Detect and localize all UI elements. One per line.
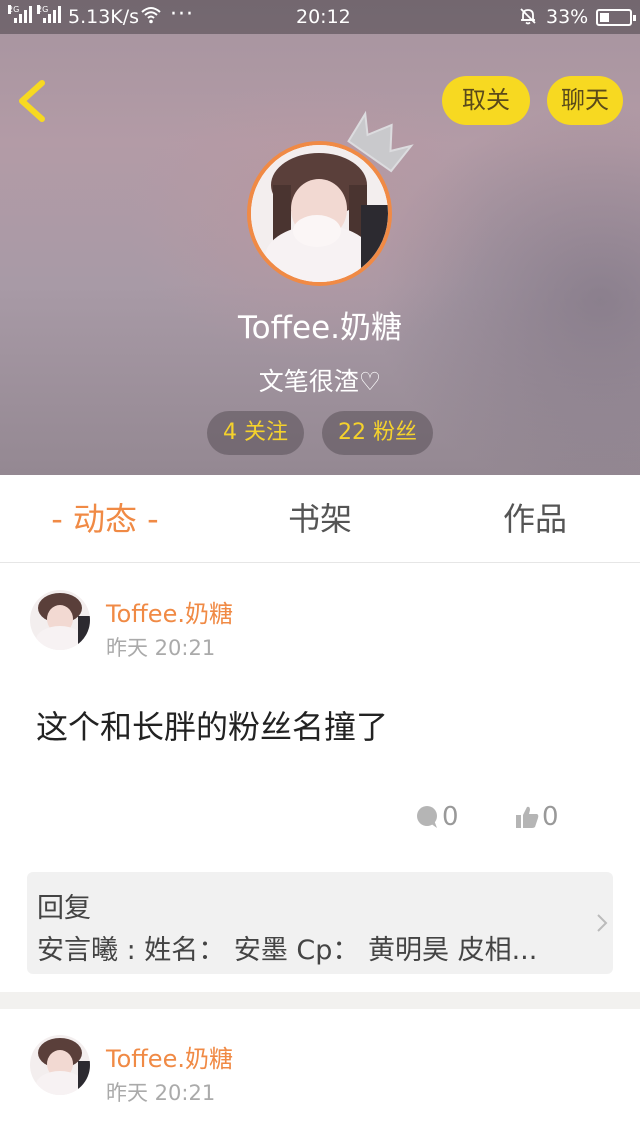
comment-count: 0 bbox=[442, 802, 459, 832]
profile-bio: 文笔很渣♡ bbox=[258, 367, 382, 396]
comment-icon bbox=[417, 806, 437, 828]
profile-header: 2G 2G 5.13K/s ··· 20:12 33% 取关 聊天 Toffee… bbox=[0, 0, 640, 475]
post-content: 这个和长胖的粉丝名撞了 bbox=[36, 708, 389, 746]
reply-title: 回复 bbox=[37, 893, 91, 924]
chevron-right-icon bbox=[597, 914, 608, 932]
following-count[interactable]: 4 关注 bbox=[207, 411, 304, 455]
back-arrow-icon[interactable] bbox=[14, 78, 50, 124]
fans-count[interactable]: 22 粉丝 bbox=[322, 411, 433, 455]
post-author-name[interactable]: Toffee.奶糖 bbox=[106, 1039, 233, 1074]
signal-2-icon: 2G bbox=[37, 5, 61, 23]
post-author-avatar[interactable] bbox=[30, 1035, 90, 1095]
comment-button[interactable]: 0 bbox=[414, 800, 459, 834]
status-bar: 2G 2G 5.13K/s ··· 20:12 33% bbox=[0, 0, 640, 34]
crown-icon bbox=[347, 110, 414, 173]
battery-percent: 33% bbox=[546, 6, 589, 28]
network-speed: 5.13K/s bbox=[68, 6, 140, 28]
silent-bell-icon bbox=[520, 8, 536, 25]
chat-button[interactable]: 聊天 bbox=[547, 76, 623, 125]
post-separator bbox=[0, 992, 640, 1009]
network-type-1: 2G bbox=[8, 5, 20, 14]
post-author-name[interactable]: Toffee.奶糖 bbox=[106, 594, 233, 629]
reply-preview[interactable]: 回复 安言曦 : 姓名： 安墨 Cp： 黄明昊 皮相... bbox=[27, 872, 613, 974]
signal-1-icon: 2G bbox=[8, 5, 32, 23]
signal-indicators: 2G 2G bbox=[8, 5, 61, 23]
clock: 20:12 bbox=[296, 6, 351, 28]
tab-works[interactable]: 作品 bbox=[460, 475, 610, 563]
network-type-2: 2G bbox=[37, 5, 49, 14]
battery-fill bbox=[600, 13, 609, 22]
profile-avatar[interactable] bbox=[247, 110, 414, 286]
reply-text: 安言曦 : 姓名： 安墨 Cp： 黄明昊 皮相... bbox=[37, 935, 538, 966]
thumbs-up-icon bbox=[516, 806, 539, 828]
post-card[interactable]: Toffee.奶糖 昨天 20:21 这个和长胖的粉丝名撞了 0 0 回复 安言… bbox=[0, 564, 640, 992]
post-card[interactable]: Toffee.奶糖 昨天 20:21 bbox=[0, 1009, 640, 1138]
tab-bookshelf[interactable]: 书架 bbox=[245, 475, 395, 563]
like-count: 0 bbox=[542, 802, 559, 832]
post-timestamp: 昨天 20:21 bbox=[106, 636, 216, 660]
profile-username: Toffee.奶糖 bbox=[238, 310, 402, 346]
wifi-icon bbox=[141, 7, 161, 24]
unfollow-button[interactable]: 取关 bbox=[442, 76, 530, 125]
battery-icon bbox=[596, 9, 636, 26]
like-button[interactable]: 0 bbox=[514, 800, 559, 834]
post-author-avatar[interactable] bbox=[30, 590, 90, 650]
profile-tabs: - 动态 - 书架 作品 bbox=[0, 475, 640, 563]
post-timestamp: 昨天 20:21 bbox=[106, 1081, 216, 1105]
tab-dynamic[interactable]: - 动态 - bbox=[30, 475, 180, 563]
more-notifications-icon: ··· bbox=[170, 2, 194, 27]
